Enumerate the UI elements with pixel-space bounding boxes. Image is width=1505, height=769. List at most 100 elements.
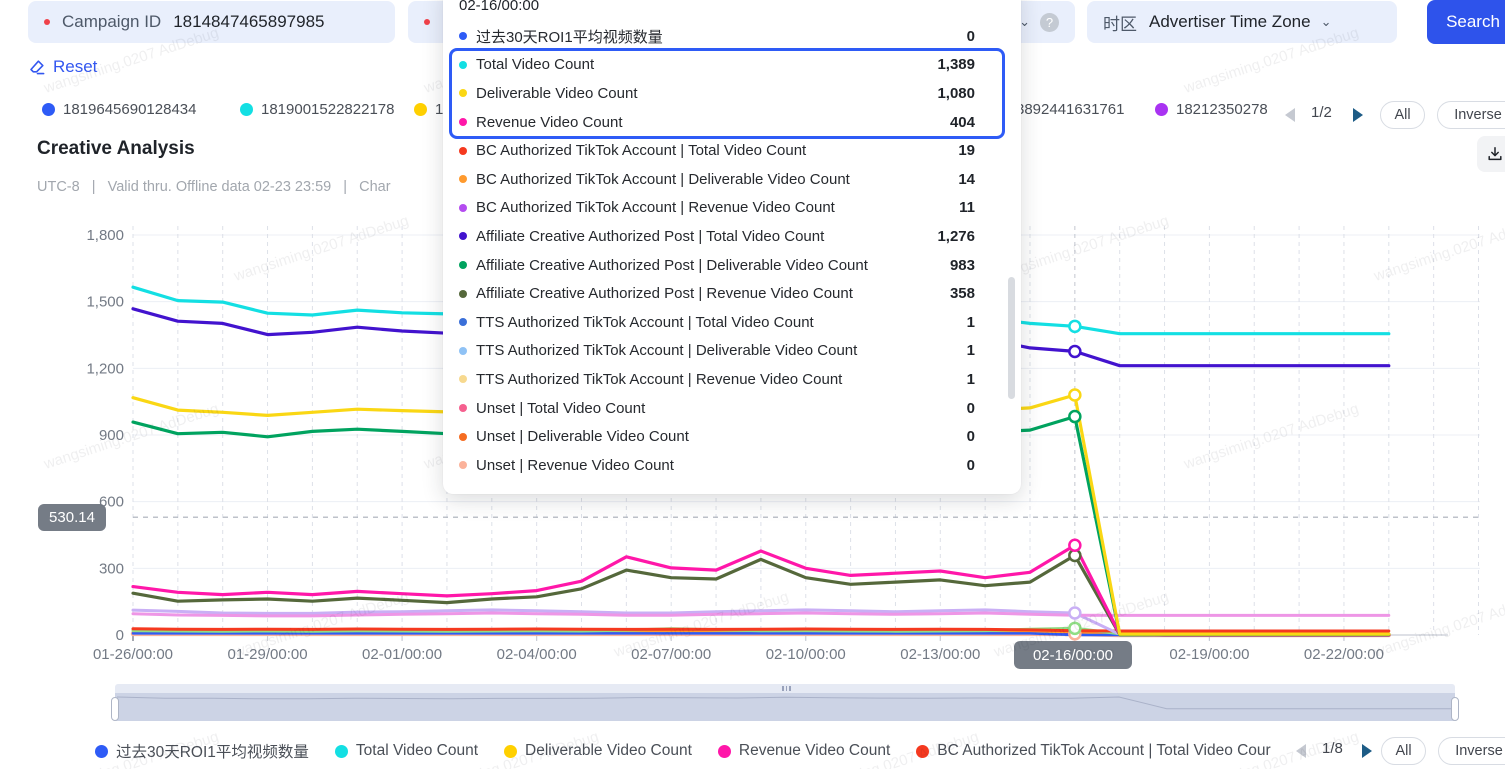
tooltip-series-value: 1	[966, 313, 975, 331]
tooltip-series-label: 过去30天ROI1平均视频数量	[476, 28, 663, 46]
svg-text:1,500: 1,500	[86, 294, 124, 311]
datazoom-left-handle[interactable]	[111, 697, 119, 721]
tooltip-series-value: 14	[958, 170, 975, 188]
datazoom-right-handle[interactable]	[1451, 697, 1459, 721]
tooltip-series-label: Unset | Total Video Count	[476, 399, 646, 417]
tooltip-scrollbar[interactable]	[1008, 277, 1015, 399]
tooltip-row: Total Video Count 1,389	[459, 51, 1005, 80]
series-dot	[459, 261, 467, 270]
watermark-text: wangsiming.0207 AdDebug	[231, 212, 411, 285]
watermark-text: wangsiming.0207 AdDebug	[231, 588, 411, 661]
svg-text:02-04/00:00: 02-04/00:00	[497, 646, 577, 663]
help-icon[interactable]: ?	[1040, 12, 1059, 32]
tooltip-series-value: 1,080	[937, 84, 975, 102]
tooltip-row: Affiliate Creative Authorized Post | Rev…	[459, 279, 1005, 308]
tooltip-series-label: BC Authorized TikTok Account | Total Vid…	[476, 142, 807, 160]
legend-item-campaign[interactable]: 1819001522822178	[240, 101, 394, 118]
legend-inverse-button[interactable]: Inverse	[1437, 101, 1505, 129]
legend-dot	[1155, 103, 1168, 116]
tooltip-series-label: BC Authorized TikTok Account | Deliverab…	[476, 170, 850, 188]
svg-text:1,200: 1,200	[86, 360, 124, 377]
tooltip-series-value: 11	[959, 199, 975, 217]
legend-all-button[interactable]: All	[1380, 101, 1425, 129]
legend-page-indicator: 1/2	[1311, 104, 1332, 121]
svg-text:900: 900	[99, 427, 124, 444]
legend-item-campaign[interactable]: 18212350278	[1155, 101, 1268, 118]
series-dot	[459, 289, 467, 298]
tooltip-series-value: 19	[958, 142, 975, 160]
legend-next-button[interactable]	[1353, 108, 1363, 122]
legend-dot	[240, 103, 253, 116]
watermark-text: wangsiming.0207 AdDebug	[41, 400, 221, 473]
tooltip-series-label: Deliverable Video Count	[476, 84, 638, 102]
tooltip-series-label: TTS Authorized TikTok Account | Total Vi…	[476, 313, 814, 331]
legend-item-campaign[interactable]: 1	[414, 101, 443, 118]
legend-prev-button[interactable]	[1285, 108, 1295, 122]
svg-text:300: 300	[99, 560, 124, 577]
page-title: Creative Analysis	[37, 138, 195, 159]
legend-item-label: Revenue Video Count	[738, 742, 891, 759]
svg-text:02-01/00:00: 02-01/00:00	[362, 646, 442, 663]
tooltip-series-label: Affiliate Creative Authorized Post | Del…	[476, 256, 868, 274]
legend-item-label: 3892441631761	[1016, 101, 1125, 118]
legend-dot	[334, 744, 348, 758]
legend-item-series[interactable]: Revenue Video Count	[717, 742, 891, 760]
svg-text:02-07/00:00: 02-07/00:00	[631, 646, 711, 663]
tooltip-row: BC Authorized TikTok Account | Deliverab…	[459, 165, 1005, 194]
datazoom-track[interactable]	[115, 693, 1455, 721]
tooltip-series-value: 0	[966, 456, 975, 474]
tooltip-row: Deliverable Video Count 1,080	[459, 79, 1005, 108]
legend-item-label: 1819645690128434	[63, 101, 197, 118]
datazoom-slider[interactable]	[111, 684, 1459, 721]
download-button[interactable]	[1477, 136, 1505, 172]
tooltip-row: BC Authorized TikTok Account | Total Vid…	[459, 136, 1005, 165]
legend-item-series[interactable]: 过去30天ROI1平均视频数量	[95, 740, 309, 762]
svg-text:1,800: 1,800	[86, 227, 124, 244]
tooltip-row: TTS Authorized TikTok Account | Delivera…	[459, 337, 1005, 366]
chevron-down-icon: ⌄	[1320, 14, 1332, 29]
legend-item-series[interactable]: Total Video Count	[334, 742, 478, 760]
legend-all-button[interactable]: All	[1381, 737, 1426, 765]
reset-button[interactable]: Reset	[28, 57, 97, 77]
tooltip-series-value: 0	[966, 399, 975, 417]
legend-item-campaign[interactable]: 1819645690128434	[42, 101, 196, 118]
watermark-text: wangsiming.0207 AdDebug	[1181, 400, 1361, 473]
series-dot	[459, 318, 467, 327]
watermark-text: wangsiming.0207 AdDebug	[1371, 212, 1505, 285]
legend-page-indicator: 1/8	[1322, 740, 1343, 757]
legend-bottom-row: 过去30天ROI1平均视频数量 Total Video Count Delivera…	[0, 737, 1505, 765]
search-button[interactable]: Search	[1427, 0, 1505, 44]
legend-item-label: BC Authorized TikTok Account | Total Vid…	[937, 742, 1271, 759]
series-dot	[459, 346, 467, 355]
campaign-id-value: 1814847465897985	[173, 12, 325, 31]
tooltip-series-value: 1,389	[937, 56, 975, 74]
tooltip-row: Unset | Revenue Video Count 0	[459, 451, 1005, 480]
timezone-field[interactable]: 时区 Advertiser Time Zone ⌄	[1087, 1, 1397, 43]
tooltip-series-value: 1	[966, 370, 975, 388]
legend-item-series[interactable]: Deliverable Video Count	[504, 742, 692, 760]
legend-item-campaign[interactable]: 3892441631761	[1016, 101, 1124, 118]
tooltip-series-value: 1	[966, 342, 975, 360]
tooltip-series-value: 404	[949, 113, 975, 131]
eraser-icon	[28, 58, 46, 76]
legend-bottom-items: 过去30天ROI1平均视频数量 Total Video Count Delivera…	[95, 737, 1271, 765]
legend-dot	[916, 744, 930, 758]
campaign-id-label: Campaign ID	[62, 12, 162, 31]
legend-inverse-button[interactable]: Inverse	[1438, 737, 1505, 765]
legend-item-label: 过去30天ROI1平均视频数量	[116, 744, 309, 761]
tooltip-date: 02-16/00:00	[459, 0, 540, 14]
legend-item-series[interactable]: BC Authorized TikTok Account | Total Vid…	[916, 742, 1271, 760]
campaign-id-field[interactable]: Campaign ID 1814847465897985	[28, 1, 395, 43]
legend-next-button[interactable]	[1362, 744, 1372, 758]
series-dot	[459, 60, 467, 69]
tooltip-row: Revenue Video Count 404	[459, 108, 1005, 137]
tooltip-series-label: Revenue Video Count	[476, 113, 623, 131]
legend-prev-button[interactable]	[1296, 744, 1306, 758]
tooltip-row: Unset | Deliverable Video Count 0	[459, 422, 1005, 451]
series-dot	[459, 32, 467, 41]
download-icon	[1486, 145, 1504, 163]
legend-item-label: 1819001522822178	[261, 101, 395, 118]
svg-text:02-13/00:00: 02-13/00:00	[900, 646, 980, 663]
timezone-label: 时区	[1103, 14, 1137, 34]
svg-text:02-19/00:00: 02-19/00:00	[1169, 646, 1249, 663]
